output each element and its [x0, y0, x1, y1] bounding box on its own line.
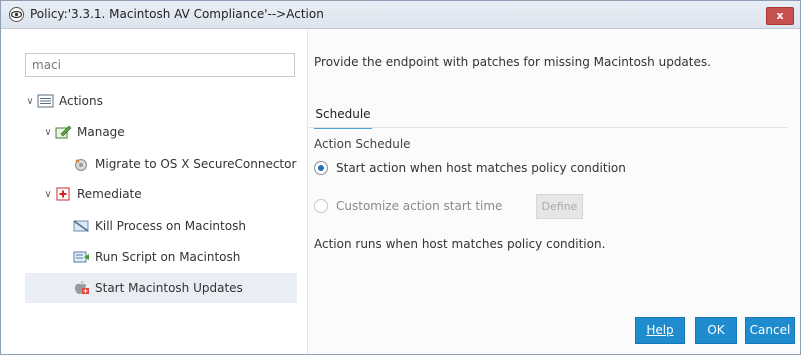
radio-selected-icon[interactable]	[314, 161, 328, 175]
run-script-icon	[73, 251, 89, 263]
action-details-pane: Provide the endpoint with patches for mi…	[308, 29, 800, 354]
cancel-button[interactable]: Cancel	[745, 317, 795, 344]
tree-label-migrate: Migrate to OS X SecureConnector	[95, 157, 297, 171]
tree-item-start-updates[interactable]: Start Macintosh Updates	[73, 277, 243, 299]
tree-item-actions[interactable]: ∨ Actions	[23, 90, 103, 112]
tree-item-remediate[interactable]: ∨ Remediate	[41, 183, 142, 205]
help-label: Help	[646, 323, 674, 337]
radio-unselected-icon[interactable]	[314, 199, 328, 213]
ok-button[interactable]: OK	[695, 317, 737, 344]
tree-label-manage: Manage	[77, 125, 125, 139]
tree-item-run-script[interactable]: Run Script on Macintosh	[73, 246, 240, 268]
tab-schedule[interactable]: Schedule	[314, 103, 372, 129]
kill-process-icon	[73, 220, 89, 232]
chevron-down-icon[interactable]: ∨	[23, 96, 37, 107]
tree-label-kill-process: Kill Process on Macintosh	[95, 219, 246, 233]
radio-customize-label: Customize action start time	[336, 199, 503, 213]
close-button[interactable]: x	[766, 7, 794, 25]
migrate-icon	[75, 159, 87, 171]
window-title: Policy:'3.3.1. Macintosh AV Compliance'-…	[30, 7, 324, 21]
policy-eye-icon	[9, 7, 24, 22]
section-label: Action Schedule	[314, 137, 411, 151]
apple-updates-icon	[75, 281, 89, 294]
radio-start-label: Start action when host matches policy co…	[336, 161, 626, 175]
action-description: Provide the endpoint with patches for mi…	[314, 55, 711, 69]
define-button[interactable]: Define	[536, 194, 583, 219]
radio-customize-start[interactable]: Customize action start time	[314, 199, 502, 213]
tree-item-manage[interactable]: ∨ Manage	[41, 121, 125, 143]
list-icon	[37, 94, 54, 108]
tree-label-actions: Actions	[59, 94, 103, 108]
schedule-info: Action runs when host matches policy con…	[314, 237, 606, 251]
dialog-window: Policy:'3.3.1. Macintosh AV Compliance'-…	[0, 0, 801, 355]
tree-label-remediate: Remediate	[77, 187, 142, 201]
chevron-down-icon[interactable]: ∨	[41, 127, 55, 138]
tree-label-start-updates: Start Macintosh Updates	[95, 281, 243, 295]
help-button[interactable]: Help	[635, 317, 685, 344]
tab-divider	[308, 127, 788, 128]
chevron-down-icon[interactable]: ∨	[41, 189, 55, 200]
tree-label-run-script: Run Script on Macintosh	[95, 250, 241, 264]
radio-start-on-condition[interactable]: Start action when host matches policy co…	[314, 161, 626, 175]
tree-item-kill-process[interactable]: Kill Process on Macintosh	[73, 215, 246, 237]
remediate-plus-icon	[56, 187, 70, 201]
manage-pencil-icon	[55, 125, 72, 139]
action-tree-pane: ∨ Actions ∨ Manage Migrate to O	[1, 29, 308, 354]
tree-item-migrate[interactable]: Migrate to OS X SecureConnector	[73, 153, 296, 175]
title-bar[interactable]: Policy:'3.3.1. Macintosh AV Compliance'-…	[1, 1, 800, 29]
search-input[interactable]	[25, 53, 295, 77]
